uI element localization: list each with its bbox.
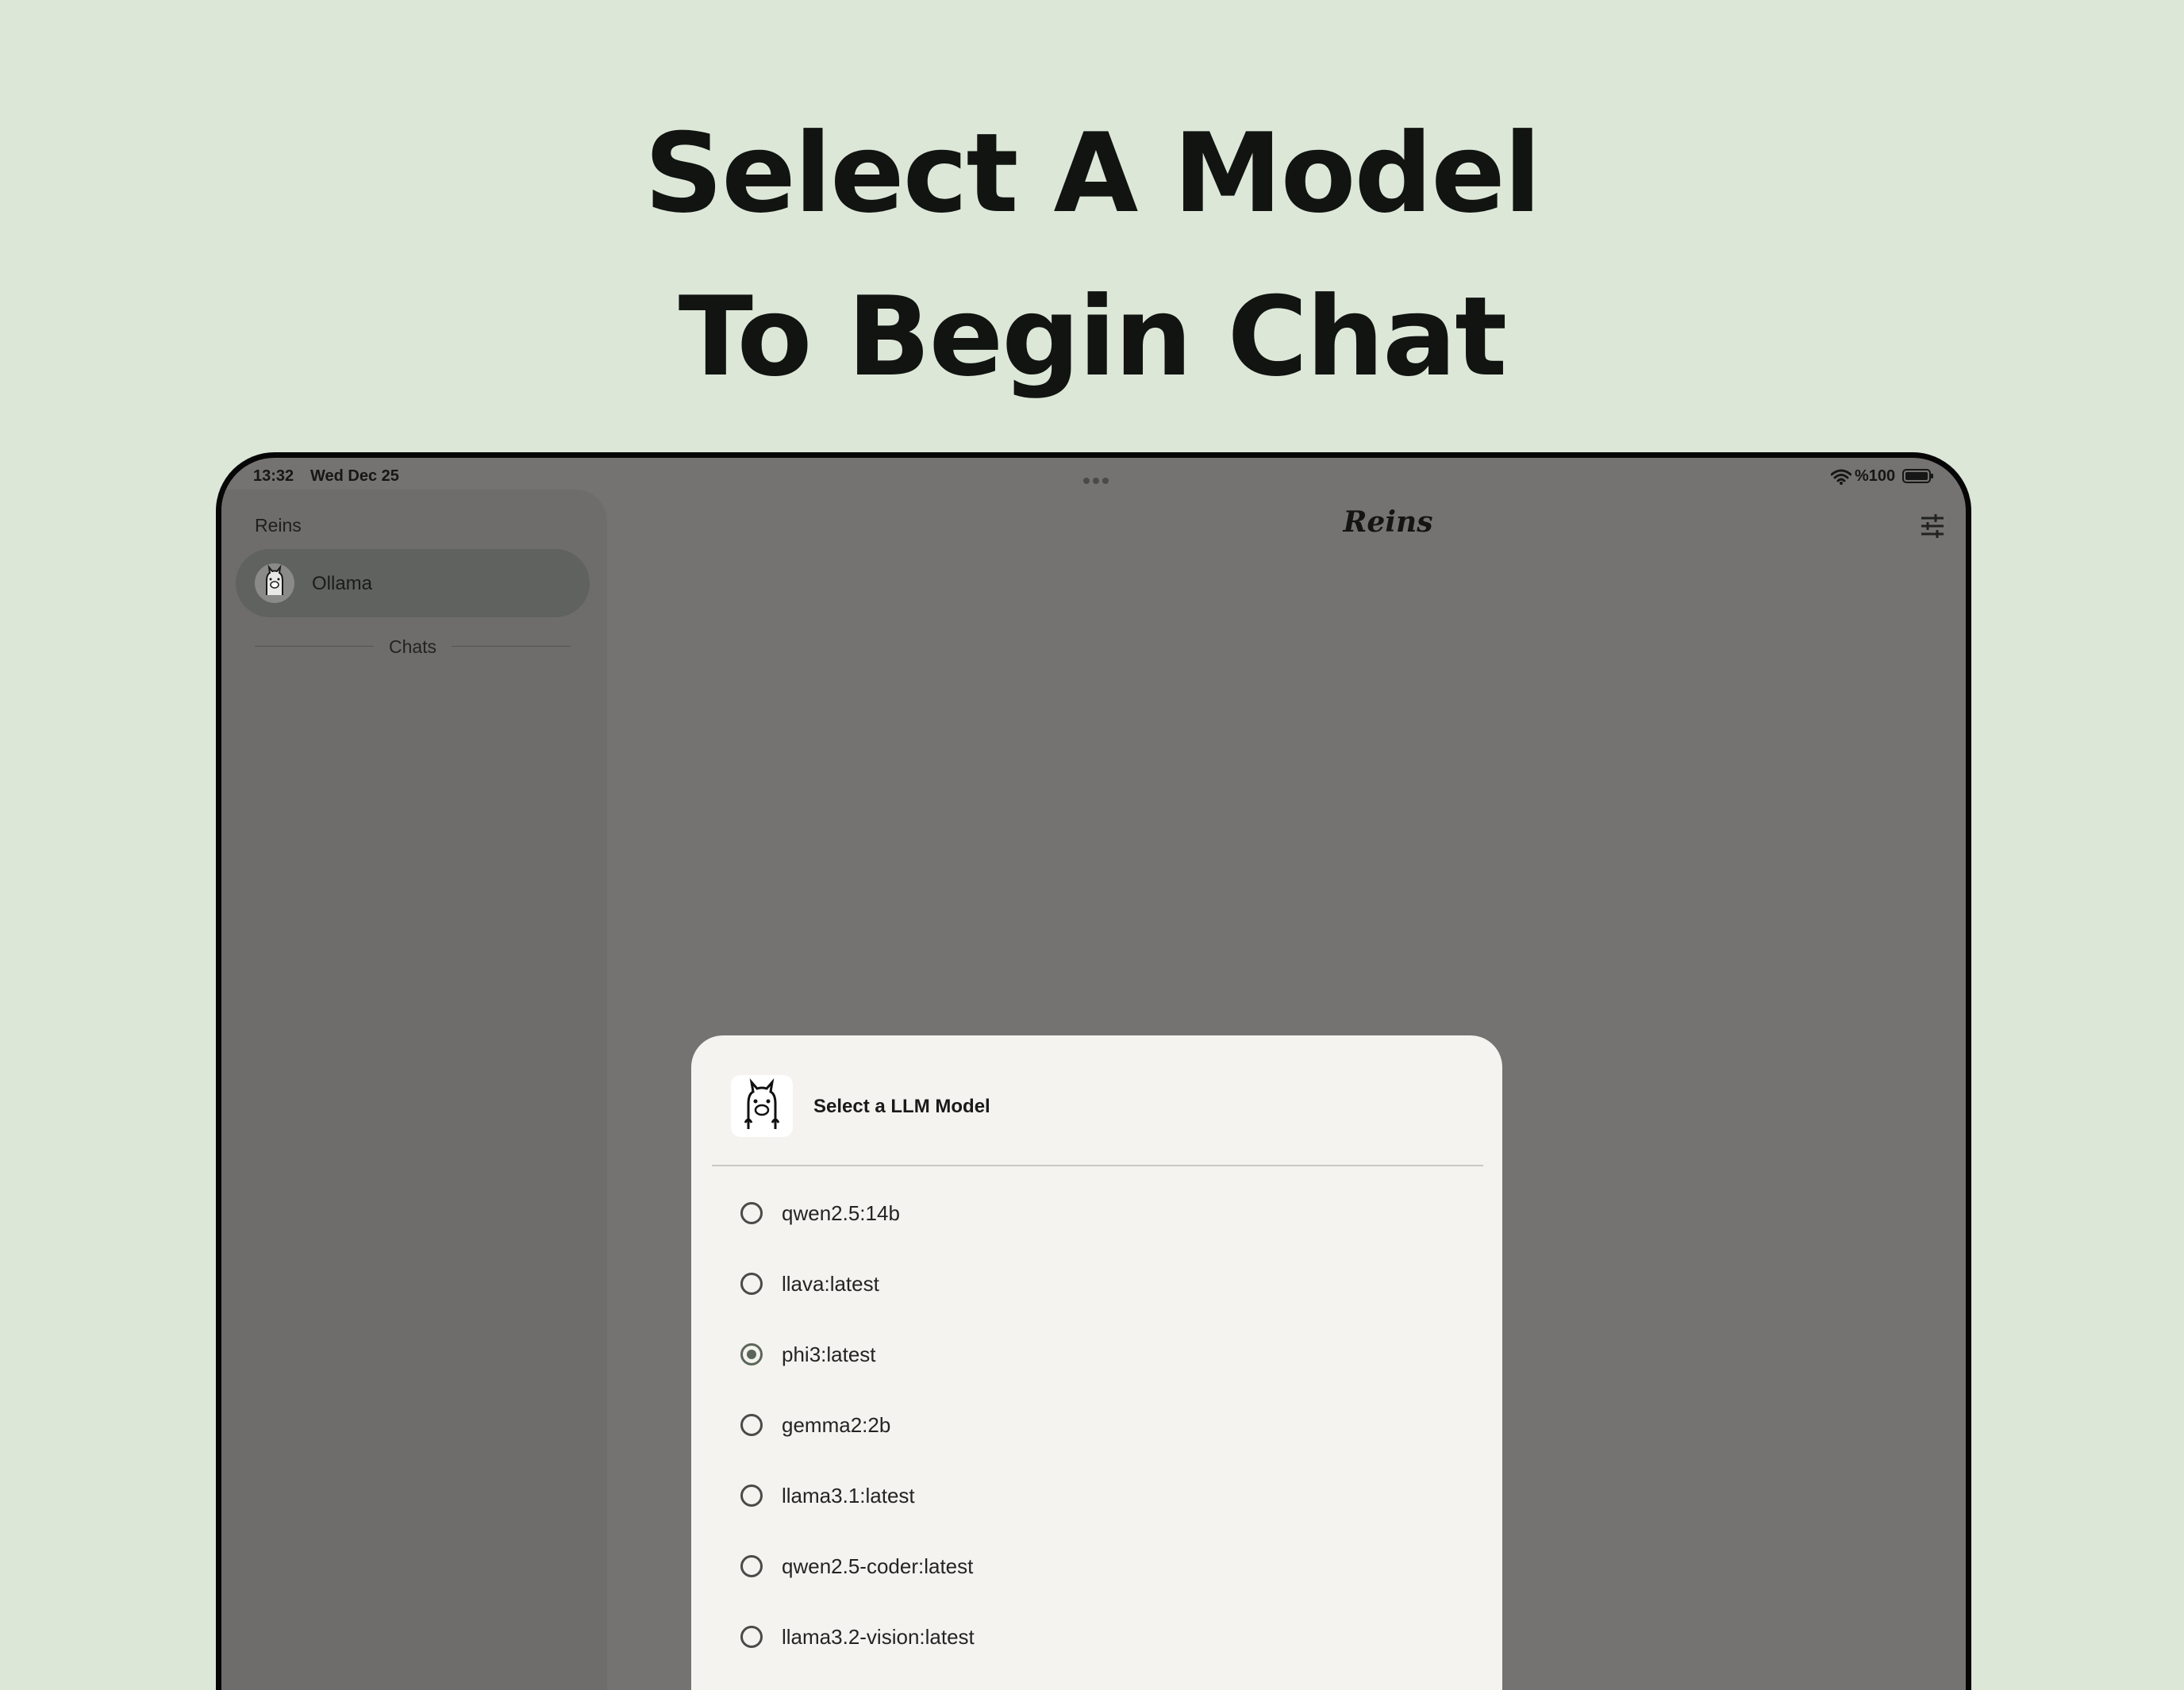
radio-button[interactable] <box>740 1555 763 1577</box>
radio-button[interactable] <box>740 1626 763 1648</box>
status-date: Wed Dec 25 <box>310 467 399 485</box>
model-option-llava-latest[interactable]: llava:latest <box>691 1249 1502 1319</box>
model-option-llama3.1-latest[interactable]: llama3.1:latest <box>691 1461 1502 1531</box>
model-label: llama3.1:latest <box>782 1484 915 1508</box>
model-option-gemma2-2b[interactable]: gemma2:2b <box>691 1390 1502 1461</box>
chats-section-divider: Chats <box>255 634 571 658</box>
model-option-phi3-latest[interactable]: phi3:latest <box>691 1319 1502 1390</box>
sidebar: Reins Ollama Chats <box>221 490 607 1690</box>
tune-icon[interactable] <box>1918 512 1947 540</box>
dialog-divider <box>712 1165 1483 1166</box>
status-time: 13:32 <box>253 467 294 485</box>
model-option-qwen2.5-14b[interactable]: qwen2.5:14b <box>691 1178 1502 1249</box>
model-label: llava:latest <box>782 1272 879 1296</box>
radio-button[interactable] <box>740 1202 763 1224</box>
headline-line-2: To Begin Chat <box>678 273 1507 401</box>
sidebar-item-ollama[interactable]: Ollama <box>236 549 590 617</box>
radio-button[interactable] <box>740 1485 763 1507</box>
battery-icon <box>1902 469 1933 483</box>
multitasking-dots-icon[interactable] <box>1083 474 1115 484</box>
dialog-title: Select a LLM Model <box>813 1096 990 1117</box>
headline-line-1: Select A Model <box>644 109 1541 237</box>
llama-icon <box>255 563 294 603</box>
radio-button-selected[interactable] <box>740 1343 763 1365</box>
app-title: Reins <box>1343 505 1433 539</box>
tablet-frame: 13:32 Wed Dec 25 %100 Reins Ollama Chats… <box>216 452 1971 1690</box>
model-select-dialog: Select a LLM Model qwen2.5:14b llava:lat… <box>691 1035 1502 1690</box>
model-label: phi3:latest <box>782 1342 876 1366</box>
divider-line-right <box>452 646 571 647</box>
model-label: gemma2:2b <box>782 1413 891 1437</box>
model-label: qwen2.5-coder:latest <box>782 1554 974 1578</box>
battery-percentage: %100 <box>1855 467 1896 485</box>
sidebar-title: Reins <box>255 515 302 536</box>
sidebar-item-label: Ollama <box>312 573 373 594</box>
wifi-icon <box>1831 469 1851 485</box>
radio-button[interactable] <box>740 1273 763 1295</box>
chats-section-label: Chats <box>388 636 437 657</box>
radio-button[interactable] <box>740 1414 763 1436</box>
llama-icon <box>731 1075 793 1137</box>
model-option-qwen2.5-coder-latest[interactable]: qwen2.5-coder:latest <box>691 1531 1502 1602</box>
model-label: qwen2.5:14b <box>782 1201 900 1225</box>
